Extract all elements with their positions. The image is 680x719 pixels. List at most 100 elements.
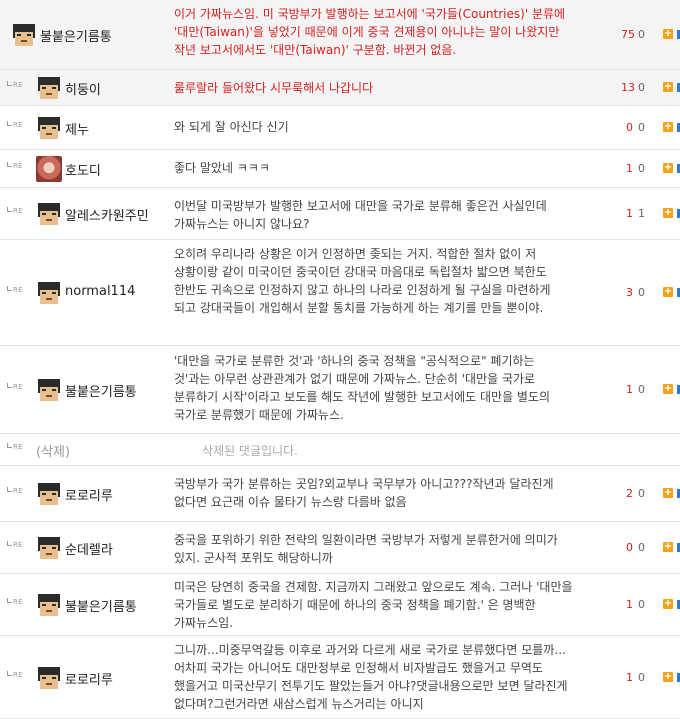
comment-row: RE 로로리루 국방부가 국가 분류하는 곳임?외교부나 국무부가 아니고???작년… xyxy=(0,466,680,522)
reply-arrow-icon xyxy=(7,81,12,86)
add-reply-button[interactable]: + xyxy=(663,287,673,297)
upvote-count[interactable]: 1 xyxy=(621,598,633,611)
avatar[interactable] xyxy=(36,481,62,507)
reply-indicator: RE xyxy=(7,383,23,391)
comment-text: 룰루랄라 들어왔다 시무룩해서 나갑니다 xyxy=(174,81,374,95)
reply-label: RE xyxy=(13,286,23,294)
reply-indicator: RE xyxy=(7,207,23,215)
upvote-count[interactable]: 1 xyxy=(621,162,633,175)
nickname[interactable]: 불붙은기름통 xyxy=(65,596,137,615)
upvote-count[interactable]: 3 xyxy=(621,286,633,299)
upvote-count[interactable]: 0 xyxy=(621,121,633,134)
comment-text: 오히려 우리나라 상황은 이거 인정하면 좆되는 거지. 적합한 절차 없이 저… xyxy=(174,247,551,315)
reply-arrow-icon xyxy=(7,541,12,546)
pixel-face-icon xyxy=(38,77,60,99)
downvote-count[interactable]: 0 xyxy=(638,383,645,396)
reply-label: RE xyxy=(13,162,23,170)
downvote-count[interactable]: 0 xyxy=(638,121,645,134)
pixel-face-icon xyxy=(38,666,60,689)
add-reply-button[interactable]: + xyxy=(663,82,673,92)
upvote-count[interactable]: 1 xyxy=(621,383,633,396)
avatar[interactable] xyxy=(36,115,62,141)
nickname[interactable]: 로로리루 xyxy=(65,485,113,504)
nickname[interactable]: 로로리루 xyxy=(65,669,113,688)
avatar[interactable] xyxy=(36,280,62,306)
avatar[interactable] xyxy=(36,156,62,182)
upvote-count[interactable]: 75 xyxy=(621,28,635,41)
comment-row: RE 불붙은기름통 미국은 당연히 중국을 견제함. 지금까지 그래왔고 앞으로도 … xyxy=(0,574,680,636)
reply-label: RE xyxy=(13,81,23,89)
reply-arrow-icon xyxy=(7,162,12,167)
avatar[interactable] xyxy=(36,75,62,101)
comment-row: RE 제누 와 되게 잘 아신다 신기 0 0 + xyxy=(0,106,680,150)
nickname[interactable]: 히둥이 xyxy=(65,79,101,98)
add-reply-button[interactable]: + xyxy=(663,488,673,498)
comment-row: RE (삭제) 삭제된 댓글입니다. xyxy=(0,434,680,466)
comment-text: 이거 가짜뉴스임. 미 국방부가 발행하는 보고서에 '국가들(Countrie… xyxy=(174,7,566,57)
upvote-count[interactable]: 1 xyxy=(621,671,633,684)
reply-arrow-icon xyxy=(7,207,12,212)
reply-label: RE xyxy=(13,670,23,679)
comment-row: RE normal114 오히려 우리나라 상황은 이거 인정하면 좆되는 거지. … xyxy=(0,240,680,346)
downvote-count[interactable]: 0 xyxy=(638,671,645,684)
downvote-count[interactable]: 0 xyxy=(638,162,645,175)
nickname[interactable]: 호도디 xyxy=(65,160,101,179)
upvote-count[interactable]: 0 xyxy=(621,541,633,554)
avatar[interactable] xyxy=(36,665,62,691)
nickname[interactable]: 순데렐라 xyxy=(65,539,113,558)
add-reply-button[interactable]: + xyxy=(663,542,673,552)
add-reply-button[interactable]: + xyxy=(663,671,673,682)
comment-text: 와 되게 잘 아신다 신기 xyxy=(174,120,289,134)
comment-row: RE 알레스카원주민 이번달 미국방부가 발행한 보고서에 대만을 국가로 분류해 … xyxy=(0,188,680,240)
downvote-count[interactable]: 1 xyxy=(638,207,645,220)
add-reply-button[interactable]: + xyxy=(663,163,673,173)
reply-indicator: RE xyxy=(7,670,23,679)
downvote-count[interactable]: 0 xyxy=(638,487,645,500)
avatar[interactable] xyxy=(36,592,62,618)
nickname[interactable]: 불붙은기름통 xyxy=(65,381,137,400)
reply-arrow-icon xyxy=(7,670,12,676)
reply-indicator: RE xyxy=(7,162,23,170)
avatar[interactable] xyxy=(36,201,62,227)
downvote-count[interactable]: 0 xyxy=(638,81,645,94)
nickname[interactable]: 제누 xyxy=(65,119,89,138)
comment-text: 그니까...미중무역갈등 이후로 과거와 다르게 새로 국가로 분류했다면 모를… xyxy=(174,643,568,711)
reply-label: RE xyxy=(13,207,23,215)
avatar[interactable] xyxy=(11,22,37,48)
add-reply-button[interactable]: + xyxy=(663,384,673,394)
add-reply-button[interactable]: + xyxy=(663,29,673,39)
downvote-count[interactable]: 0 xyxy=(638,286,645,299)
reply-indicator: RE xyxy=(7,598,23,606)
downvote-count[interactable]: 0 xyxy=(638,598,645,611)
avatar[interactable] xyxy=(36,535,62,561)
reply-arrow-icon xyxy=(7,286,12,291)
comment-row: RE 히둥이 룰루랄라 들어왔다 시무룩해서 나갑니다 13 0 + xyxy=(0,70,680,106)
comment-text: 국방부가 국가 분류하는 곳임?외교부나 국무부가 아니고???작년과 달라진게… xyxy=(174,477,554,509)
nickname[interactable]: normal114 xyxy=(65,284,135,299)
upvote-count[interactable]: 1 xyxy=(621,207,633,220)
reply-arrow-icon xyxy=(7,121,12,126)
upvote-count[interactable]: 13 xyxy=(621,81,635,94)
downvote-count[interactable]: 0 xyxy=(638,541,645,554)
comment-text: '대만을 국가로 분류한 것'과 '하나의 중국 정책을 "공식적으로" 폐기하… xyxy=(174,354,551,422)
reply-indicator: RE xyxy=(7,81,23,89)
add-reply-button[interactable]: + xyxy=(663,599,673,609)
nickname[interactable]: 불붙은기름통 xyxy=(40,26,112,45)
reply-indicator: RE xyxy=(7,487,23,495)
comment-text: 좋다 말았네 ㅋㅋㅋ xyxy=(174,161,270,175)
upvote-count[interactable]: 2 xyxy=(621,487,633,500)
avatar-photo xyxy=(36,156,62,182)
nickname[interactable]: 알레스카원주민 xyxy=(65,205,149,224)
nickname[interactable]: (삭제) xyxy=(36,441,70,460)
comment-row: RE 순데렐라 중국을 포위하기 위한 전략의 일환이라면 국방부가 저렇게 분류한… xyxy=(0,522,680,574)
comment-text: 중국을 포위하기 위한 전략의 일환이라면 국방부가 저렇게 분류한거에 의미가… xyxy=(174,533,558,565)
comment-list: 불붙은기름통 이거 가짜뉴스임. 미 국방부가 발행하는 보고서에 '국가들(Co… xyxy=(0,0,680,719)
reply-indicator: RE xyxy=(7,443,23,451)
add-reply-button[interactable]: + xyxy=(663,208,673,218)
reply-label: RE xyxy=(13,487,23,495)
avatar[interactable] xyxy=(36,377,62,403)
pixel-face-icon xyxy=(38,483,60,505)
downvote-count[interactable]: 0 xyxy=(638,28,645,41)
add-reply-button[interactable]: + xyxy=(663,122,673,132)
reply-arrow-icon xyxy=(7,487,12,492)
